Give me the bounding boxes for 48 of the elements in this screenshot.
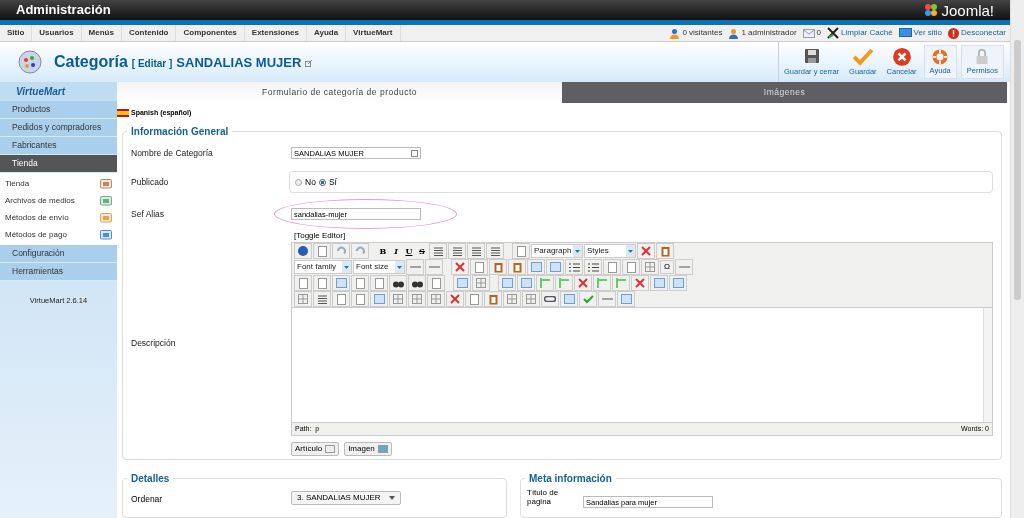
- page-title: Categoría: [54, 52, 128, 72]
- dropdown[interactable]: Styles: [584, 244, 636, 259]
- field-label: Sef Alias: [131, 207, 166, 221]
- order-dropdown[interactable]: 3. SANDALIAS MUJER: [291, 491, 401, 505]
- sidebar-item[interactable]: Fabricantes: [0, 137, 117, 155]
- sidebar-item[interactable]: Pedidos y compradores: [0, 119, 117, 137]
- menu-item[interactable]: Ayuda: [306, 25, 347, 41]
- dropdown[interactable]: Paragraph: [531, 244, 583, 259]
- menu-item[interactable]: Contenido: [121, 25, 177, 41]
- virtuemart-logo: VirtueMart: [16, 85, 66, 99]
- tab[interactable]: Imágenes: [562, 82, 1007, 104]
- submenu-item[interactable]: Métodos de envío: [5, 211, 69, 224]
- status-link[interactable]: 0: [816, 27, 822, 39]
- menu-item[interactable]: Usuarios: [32, 25, 82, 41]
- dropdown[interactable]: Font size: [353, 260, 405, 275]
- dropdown[interactable]: Font family: [294, 260, 352, 275]
- status-link[interactable]: Limpiar Caché: [841, 27, 893, 39]
- field-label: Publicado: [131, 175, 170, 189]
- editor-button[interactable]: Imagen: [344, 442, 392, 457]
- editor-button[interactable]: Artículo: [291, 442, 340, 457]
- radio-label: Sí: [328, 175, 337, 189]
- field-label: Ordenar: [131, 493, 164, 506]
- menu-item[interactable]: VirtueMart: [346, 25, 401, 41]
- status-link[interactable]: Desconectar: [961, 27, 1006, 39]
- menu-item[interactable]: Sitio: [0, 25, 33, 41]
- sidebar-item[interactable]: Herramientas: [0, 263, 117, 281]
- radio-label: No: [305, 175, 316, 189]
- sidebar-item[interactable]: Productos: [0, 101, 117, 119]
- menu-item[interactable]: Componentes: [176, 25, 245, 41]
- submenu-item[interactable]: Tienda: [5, 177, 30, 190]
- edit-label: [ Editar ]: [131, 57, 173, 71]
- status-link[interactable]: 0 visitantes: [682, 27, 723, 39]
- toggle-editor-link[interactable]: [Toggle Editor]: [291, 230, 993, 243]
- joomla-logo-text: Joomla!: [941, 2, 994, 18]
- status-link[interactable]: Ver sitio: [913, 27, 943, 39]
- field-label: Descripción: [131, 336, 176, 350]
- omega-button[interactable]: Ω: [660, 260, 674, 275]
- sidebar-item[interactable]: Tienda: [0, 155, 117, 173]
- menu-item[interactable]: Extensiones: [244, 25, 307, 41]
- menu-item[interactable]: Menús: [81, 25, 122, 41]
- admin-title: Administración: [16, 1, 111, 20]
- sidebar-item[interactable]: Configuración: [0, 245, 117, 263]
- field-label: Título de pagina: [527, 488, 560, 506]
- submenu-item[interactable]: Métodos de pago: [5, 228, 67, 241]
- status-link[interactable]: 1 administrador: [741, 27, 797, 39]
- submenu-item[interactable]: Archivos de medios: [5, 194, 75, 207]
- category-name: SANDALIAS MUJER: [176, 54, 302, 72]
- field-label: Nombre de Categoría: [131, 146, 214, 160]
